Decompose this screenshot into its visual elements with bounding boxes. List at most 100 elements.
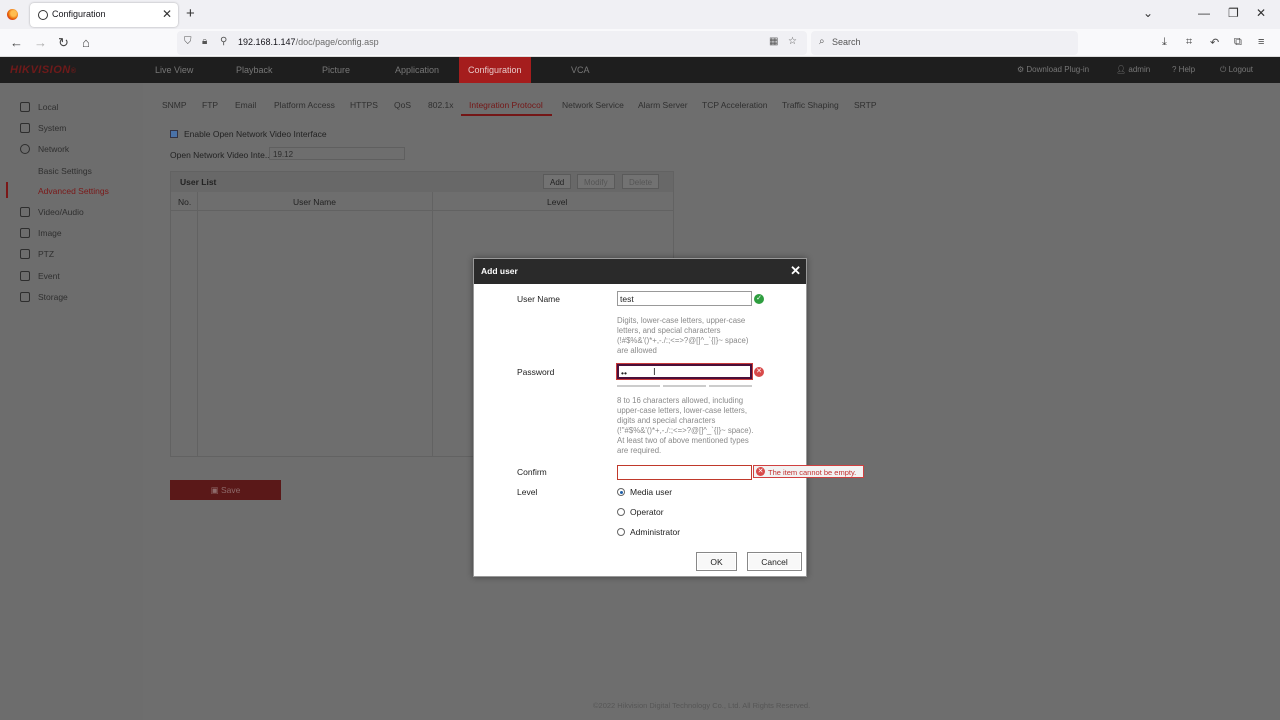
- username-field[interactable]: test: [617, 291, 752, 306]
- dialog-close-icon[interactable]: ✕: [790, 263, 801, 279]
- delete-user-button[interactable]: Delete: [622, 174, 660, 189]
- onvif-version-field: 19.12: [269, 147, 405, 160]
- tab-network-service[interactable]: Network Service: [562, 100, 624, 110]
- new-tab-button[interactable]: +: [186, 5, 195, 22]
- password-strength-bar: [663, 385, 706, 387]
- confirm-label: Confirm: [517, 467, 547, 477]
- tab-qos[interactable]: QoS: [394, 100, 411, 110]
- sidebar-item-storage[interactable]: Storage: [38, 292, 68, 302]
- menu-application[interactable]: Application: [395, 65, 439, 75]
- undo-icon[interactable]: ↶: [1210, 36, 1219, 49]
- password-strength-bar: [709, 385, 752, 387]
- downloads-icon[interactable]: ⤓: [1162, 36, 1167, 49]
- browser-tab[interactable]: Configuration ✕: [30, 3, 178, 27]
- screenshot-icon[interactable]: ⌗: [1186, 36, 1192, 49]
- level-operator-radio[interactable]: [617, 508, 625, 516]
- tab-snmp[interactable]: SNMP: [162, 100, 187, 110]
- browser-tab-bar: Configuration ✕ + ⌄ — ❐ ✕: [0, 0, 1280, 29]
- window-minimize-button[interactable]: —: [1198, 6, 1210, 20]
- dialog-title: Add user: [481, 266, 518, 276]
- reload-icon[interactable]: ↻: [58, 35, 69, 51]
- address-bar[interactable]: ⛉ 🔒︎ ⚲ 192.168.1.147/doc/page/config.asp…: [177, 31, 807, 55]
- hikvision-logo: HIKVISION®: [10, 64, 77, 76]
- add-user-button[interactable]: Add: [543, 174, 572, 189]
- column-no: No.: [178, 197, 192, 207]
- tab-integration-protocol[interactable]: Integration Protocol: [469, 100, 543, 110]
- back-arrow-icon[interactable]: ←: [10, 35, 23, 50]
- tab-title: Configuration: [52, 9, 106, 19]
- username-hint: Digits, lower-case letters, upper-case l…: [617, 316, 749, 355]
- sidebar-item-advanced-settings[interactable]: Advanced Settings: [38, 186, 109, 196]
- menu-picture[interactable]: Picture: [322, 65, 350, 75]
- column-divider: [432, 192, 433, 456]
- sidebar-item-local[interactable]: Local: [38, 102, 58, 112]
- sidebar-item-event[interactable]: Event: [38, 271, 60, 281]
- extensions-icon[interactable]: ⧉: [1234, 36, 1242, 49]
- save-button[interactable]: ▣ Save: [170, 480, 281, 500]
- browser-nav-bar: ← → ↻ ⌂ ⛉ 🔒︎ ⚲ 192.168.1.147/doc/page/co…: [0, 29, 1280, 57]
- logout-link[interactable]: ⏻ Logout: [1220, 65, 1253, 75]
- tab-8021x[interactable]: 802.1x: [428, 100, 454, 110]
- sidebar: Local System Network Basic Settings Adva…: [0, 83, 143, 720]
- ptz-icon: [20, 249, 30, 259]
- tab-tcp-acceleration[interactable]: TCP Acceleration: [702, 100, 768, 110]
- lock-warning-icon[interactable]: 🔒︎: [202, 36, 207, 47]
- shield-icon[interactable]: ⛉: [184, 36, 192, 47]
- tab-email[interactable]: Email: [235, 100, 256, 110]
- url-host: 192.168.1.147: [238, 37, 296, 47]
- menu-icon[interactable]: ≡: [1258, 36, 1264, 48]
- level-administrator-radio[interactable]: [617, 528, 625, 536]
- user-list-columns: No. User Name Level: [171, 192, 673, 211]
- level-administrator-label[interactable]: Administrator: [630, 527, 680, 537]
- permissions-icon[interactable]: ⚲: [220, 36, 227, 47]
- add-user-dialog: Add user ✕ User Name test ✓ Digits, lowe…: [473, 258, 864, 577]
- download-plugin-link[interactable]: ⚙ Download Plug-in: [1017, 65, 1089, 74]
- tab-https[interactable]: HTTPS: [350, 100, 378, 110]
- sidebar-item-video-audio[interactable]: Video/Audio: [38, 207, 84, 217]
- modify-user-button[interactable]: Modify: [577, 174, 615, 189]
- menu-vca[interactable]: VCA: [571, 65, 590, 75]
- event-icon: [20, 271, 30, 281]
- user-link[interactable]: 👤︎ admin: [1116, 65, 1150, 74]
- tab-alarm-server[interactable]: Alarm Server: [638, 100, 688, 110]
- tab-platform-access[interactable]: Platform Access: [274, 100, 335, 110]
- tab-srtp[interactable]: SRTP: [854, 100, 877, 110]
- window-close-button[interactable]: ✕: [1256, 6, 1266, 20]
- save-icon: ▣: [210, 485, 219, 495]
- bookmark-star-icon[interactable]: ☆: [788, 36, 797, 47]
- app-header: HIKVISION® Live View Playback Picture Ap…: [0, 57, 1280, 83]
- forward-arrow-icon[interactable]: →: [34, 35, 47, 50]
- tab-traffic-shaping[interactable]: Traffic Shaping: [782, 100, 839, 110]
- tab-ftp[interactable]: FTP: [202, 100, 218, 110]
- tab-close-icon[interactable]: ✕: [162, 7, 172, 21]
- sidebar-item-ptz[interactable]: PTZ: [38, 249, 54, 259]
- level-operator-label[interactable]: Operator: [630, 507, 664, 517]
- menu-live-view[interactable]: Live View: [155, 65, 193, 75]
- window-restore-button[interactable]: ❐: [1228, 6, 1239, 20]
- menu-playback[interactable]: Playback: [236, 65, 273, 75]
- column-user-name: User Name: [293, 197, 336, 207]
- enable-onvif-checkbox[interactable]: [170, 130, 178, 138]
- text-cursor-icon: I: [653, 367, 656, 378]
- cancel-button[interactable]: Cancel: [747, 552, 802, 571]
- menu-configuration[interactable]: Configuration: [459, 57, 531, 83]
- password-field[interactable]: ••: [616, 363, 753, 380]
- home-icon[interactable]: ⌂: [82, 35, 90, 50]
- firefox-icon: [7, 9, 18, 20]
- confirm-password-field[interactable]: [617, 465, 752, 480]
- level-media-user-label[interactable]: Media user: [630, 487, 672, 497]
- sidebar-item-system[interactable]: System: [38, 123, 66, 133]
- sidebar-item-basic-settings[interactable]: Basic Settings: [38, 166, 92, 176]
- video-audio-icon: [20, 207, 30, 217]
- sidebar-item-network[interactable]: Network: [38, 144, 69, 154]
- search-input[interactable]: Search: [832, 37, 861, 47]
- qr-code-icon[interactable]: ▦: [769, 36, 778, 47]
- help-link[interactable]: ? Help: [1172, 65, 1195, 74]
- storage-icon: [20, 292, 30, 302]
- level-media-user-radio[interactable]: [617, 488, 625, 496]
- confirm-error-text: The item cannot be empty.: [768, 468, 857, 477]
- sidebar-item-image[interactable]: Image: [38, 228, 62, 238]
- tabs-dropdown-icon[interactable]: ⌄: [1143, 6, 1153, 20]
- ok-button[interactable]: OK: [696, 552, 737, 571]
- search-bar[interactable]: ⌕ Search: [811, 31, 1078, 55]
